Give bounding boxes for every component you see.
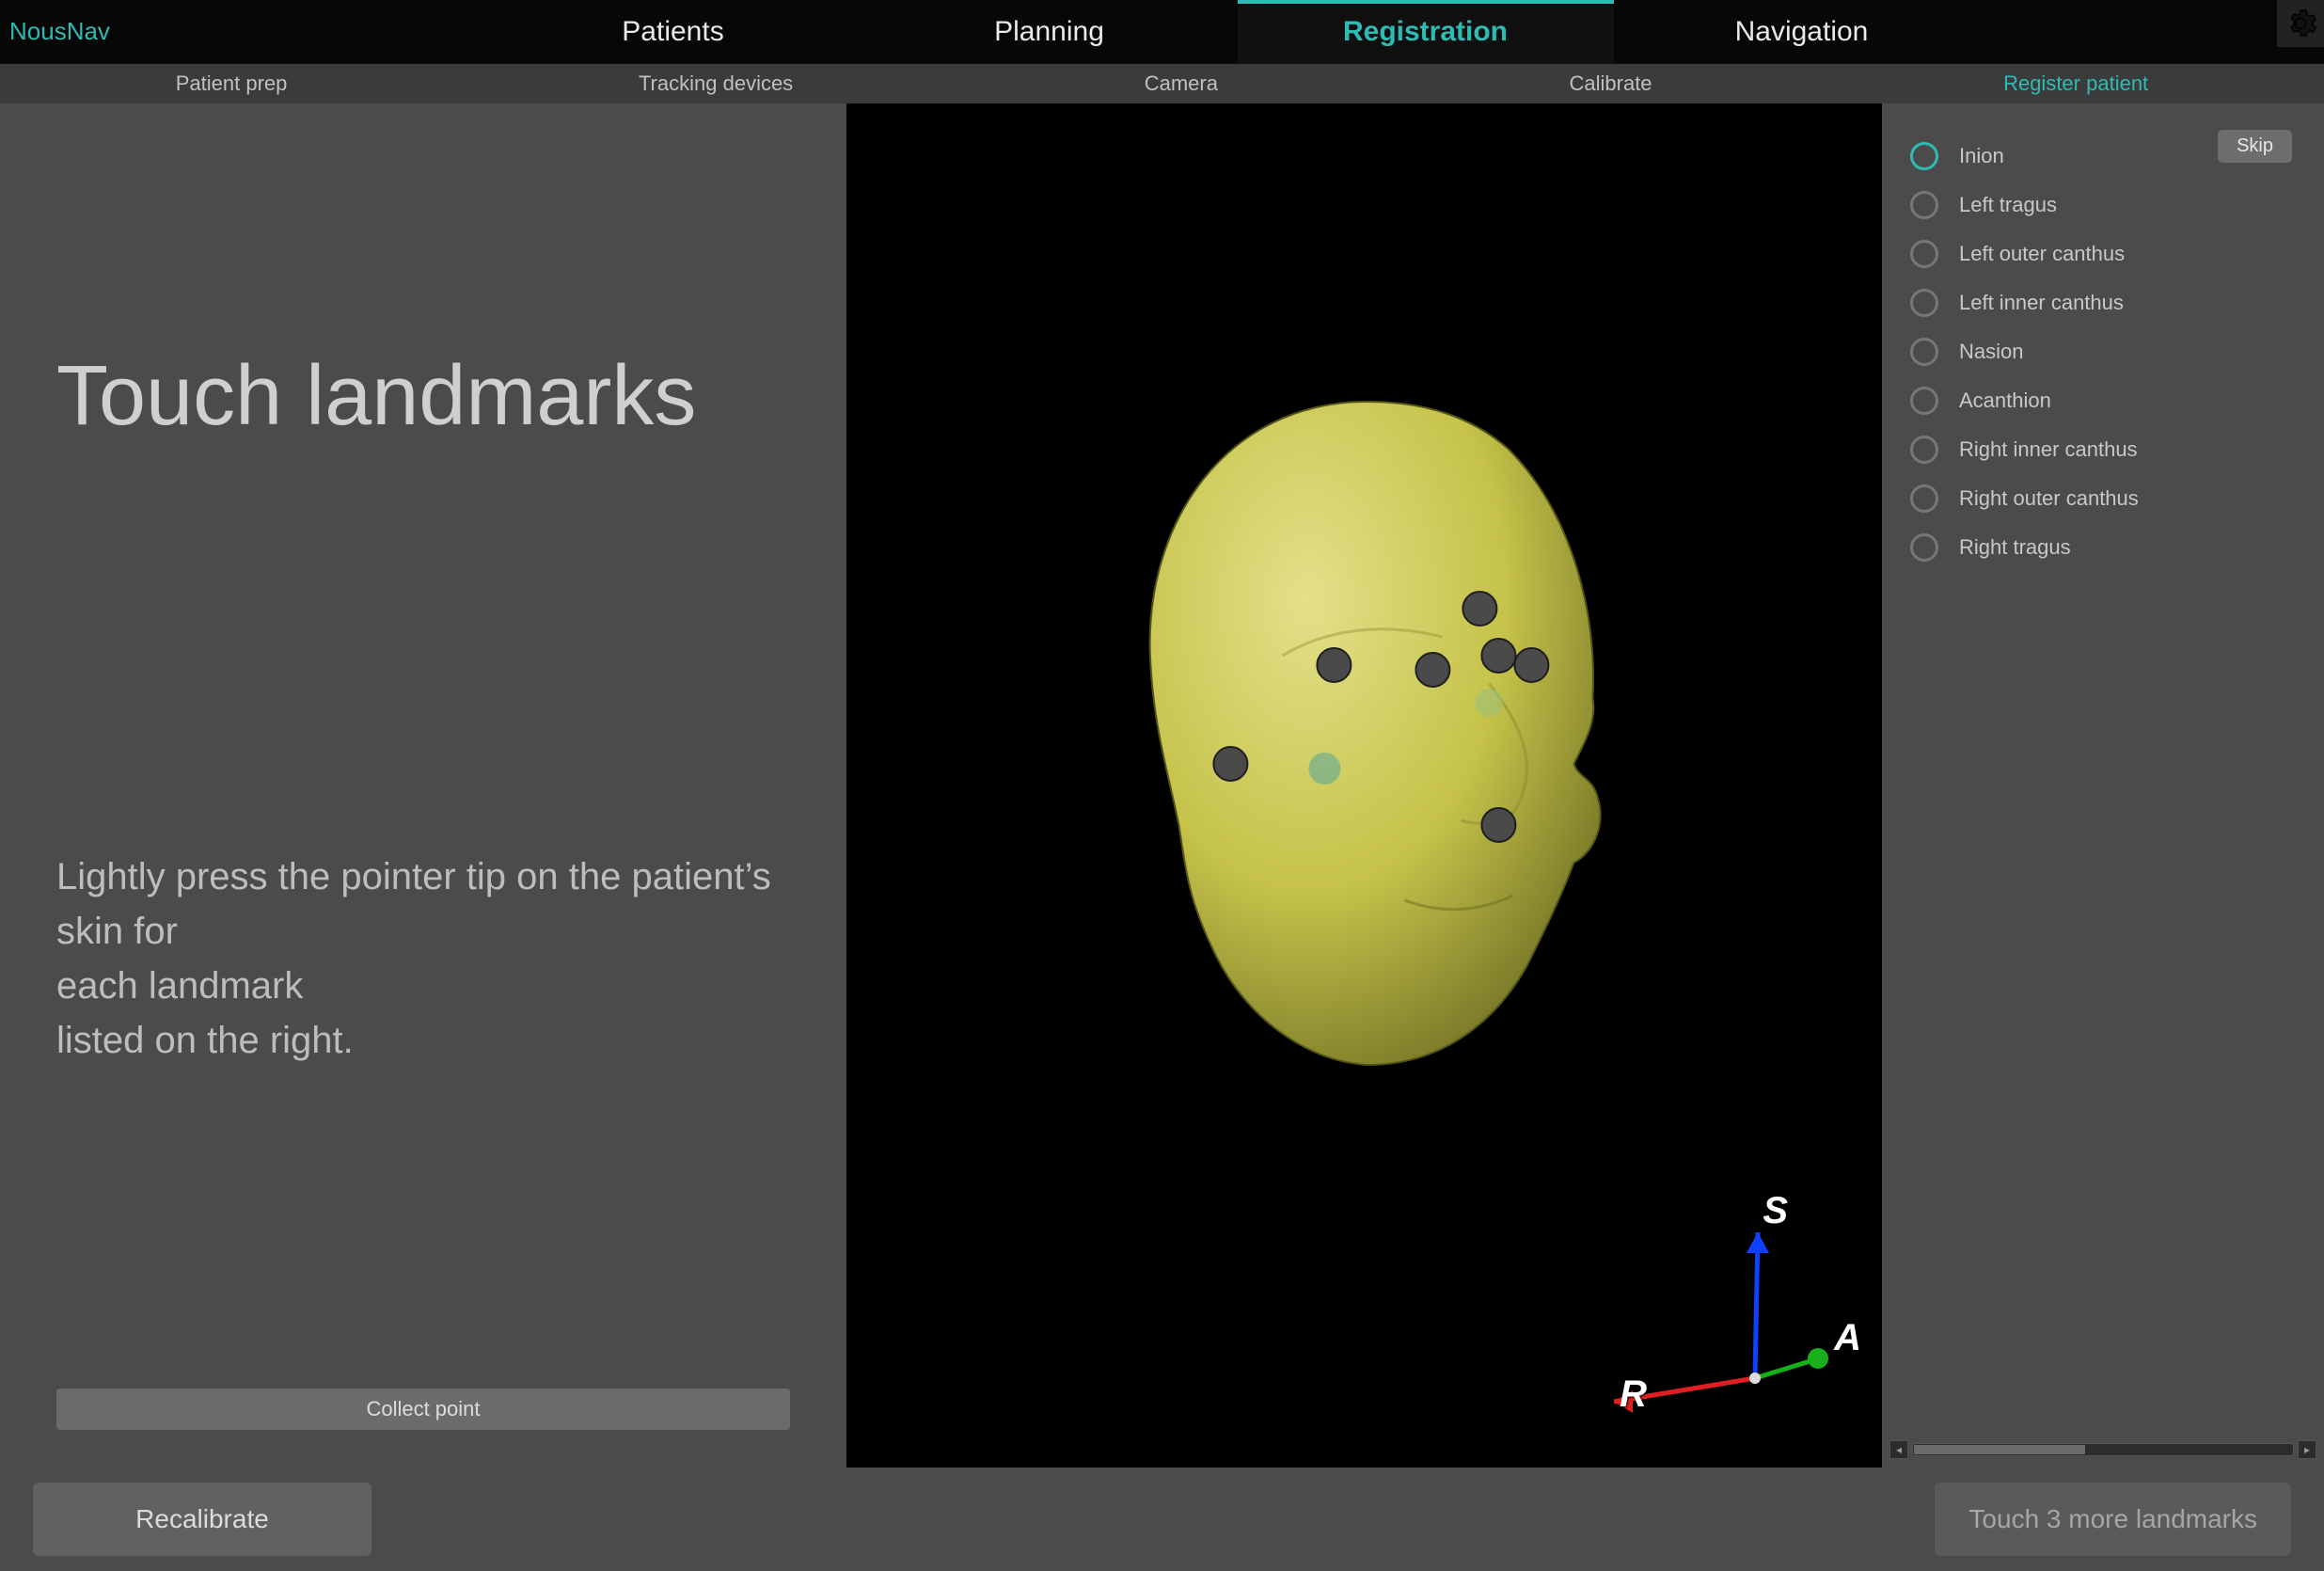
- landmark-item-right-tragus[interactable]: Right tragus: [1910, 523, 2296, 572]
- landmark-label: Left inner canthus: [1959, 291, 2124, 315]
- landmark-label: Left outer canthus: [1959, 242, 2125, 266]
- status-circle-icon: [1910, 387, 1938, 415]
- landmark-item-left-outer-canthus[interactable]: Left outer canthus: [1910, 230, 2296, 278]
- recalibrate-button[interactable]: Recalibrate: [33, 1483, 372, 1556]
- landmark-label: Right inner canthus: [1959, 437, 2138, 462]
- status-circle-icon: [1910, 338, 1938, 366]
- head-model: [1084, 373, 1668, 1088]
- collect-point-button[interactable]: Collect point: [56, 1389, 790, 1430]
- slider-track[interactable]: [1912, 1443, 2294, 1456]
- slice-slider[interactable]: ◂ ▸: [1889, 1439, 2316, 1460]
- landmark-label: Right outer canthus: [1959, 486, 2139, 511]
- status-circle-icon: [1910, 436, 1938, 464]
- instructions-line: each landmark: [56, 959, 771, 1013]
- slider-next-button[interactable]: ▸: [2298, 1440, 2316, 1459]
- subtab-tracking-devices[interactable]: Tracking devices: [639, 71, 793, 96]
- gear-icon: [2284, 8, 2316, 40]
- status-circle-icon: [1910, 533, 1938, 562]
- landmark-item-right-outer-canthus[interactable]: Right outer canthus: [1910, 474, 2296, 523]
- bottom-bar: Recalibrate Touch 3 more landmarks: [0, 1468, 2324, 1571]
- landmark-label: Nasion: [1959, 340, 2023, 364]
- subtab-patient-prep[interactable]: Patient prep: [176, 71, 288, 96]
- left-panel: Touch landmarks Lightly press the pointe…: [0, 103, 846, 1468]
- instructions-line: Lightly press the pointer tip on the pat…: [56, 849, 771, 959]
- landmark-item-nasion[interactable]: Nasion: [1910, 327, 2296, 376]
- landmark-item-left-tragus[interactable]: Left tragus: [1910, 181, 2296, 230]
- axis-label-r: R: [1620, 1373, 1647, 1416]
- status-circle-icon: [1910, 240, 1938, 268]
- tab-navigation[interactable]: Navigation: [1614, 0, 1990, 63]
- status-button[interactable]: Touch 3 more landmarks: [1935, 1483, 2291, 1556]
- subtab-camera[interactable]: Camera: [1145, 71, 1218, 96]
- landmark-label: Left tragus: [1959, 193, 2057, 217]
- landmark-item-left-inner-canthus[interactable]: Left inner canthus: [1910, 278, 2296, 327]
- status-circle-icon: [1910, 142, 1938, 170]
- landmark-label: Acanthion: [1959, 389, 2051, 413]
- skip-button[interactable]: Skip: [2218, 130, 2292, 163]
- sub-tabs: Patient prep Tracking devices Camera Cal…: [0, 64, 2324, 103]
- landmark-item-right-inner-canthus[interactable]: Right inner canthus: [1910, 425, 2296, 474]
- main-tabs: Patients Planning Registration Navigatio…: [150, 0, 2324, 63]
- status-circle-icon: [1910, 191, 1938, 219]
- main-area: Touch landmarks Lightly press the pointe…: [0, 103, 2324, 1468]
- subtab-register-patient[interactable]: Register patient: [2003, 71, 2148, 96]
- landmark-label: Inion: [1959, 144, 2004, 168]
- axis-label-s: S: [1763, 1190, 1788, 1232]
- axis-label-a: A: [1834, 1317, 1861, 1359]
- subtab-calibrate[interactable]: Calibrate: [1570, 71, 1652, 96]
- status-circle-icon: [1910, 484, 1938, 513]
- settings-button[interactable]: [2277, 0, 2324, 47]
- instructions-text: Lightly press the pointer tip on the pat…: [56, 849, 771, 1068]
- tab-patients[interactable]: Patients: [485, 0, 862, 63]
- slider-prev-button[interactable]: ◂: [1889, 1440, 1908, 1459]
- slider-thumb[interactable]: [1914, 1445, 2085, 1454]
- instructions-line: listed on the right.: [56, 1013, 771, 1068]
- brand-label: NousNav: [0, 0, 150, 63]
- landmark-label: Right tragus: [1959, 535, 2071, 560]
- tab-planning[interactable]: Planning: [862, 0, 1238, 63]
- landmark-item-acanthion[interactable]: Acanthion: [1910, 376, 2296, 425]
- top-bar: NousNav Patients Planning Registration N…: [0, 0, 2324, 64]
- viewport-3d[interactable]: S A R: [846, 103, 1882, 1468]
- tab-registration[interactable]: Registration: [1238, 0, 1614, 63]
- page-title: Touch landmarks: [56, 348, 790, 445]
- landmark-panel: Skip Inion Left tragus Left outer canthu…: [1882, 103, 2324, 1468]
- status-circle-icon: [1910, 289, 1938, 317]
